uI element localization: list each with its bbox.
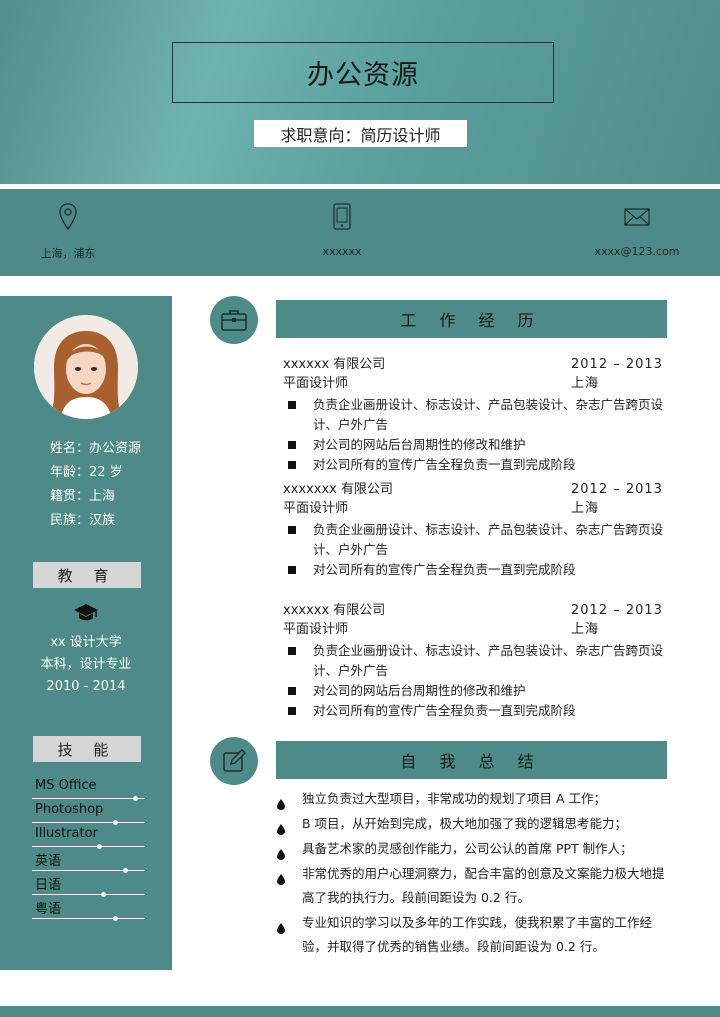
- summary-text: 具备艺术家的灵感创作能力，公司公认的首席 PPT 制作人；: [302, 841, 633, 856]
- phone-text: xxxxxx: [322, 245, 362, 258]
- job-company: xxxxxxx 有限公司: [283, 482, 393, 497]
- skill-item: MS Office: [32, 778, 145, 802]
- skill-label: 粤语: [35, 902, 62, 917]
- drop-bullet-icon: [277, 918, 285, 942]
- skill-item: 粤语: [32, 898, 145, 922]
- contact-phone: xxxxxx: [322, 201, 362, 258]
- job-duty: 负责企业画册设计、标志设计、产品包装设计、杂志广告跨页设计、户外广告: [283, 395, 663, 435]
- skill-level-dot: [101, 892, 106, 897]
- summary-text: B 项目，从开始到完成，极大地加强了我的逻辑思考能力；: [302, 816, 628, 831]
- skill-track: [32, 796, 145, 801]
- summary-text: 专业知识的学习以及多年的工作实践，使我积累了丰富的工作经验，并取得了优秀的销售业…: [302, 915, 653, 954]
- footer-bar: [0, 1006, 720, 1017]
- job-company: xxxxxx 有限公司: [283, 603, 386, 618]
- location-text: 上海，浦东: [40, 247, 96, 260]
- summary-item: B 项目，从开始到完成，极大地加强了我的逻辑思考能力；: [275, 812, 675, 836]
- job-company: xxxxxx 有限公司: [283, 357, 386, 372]
- info-origin: 籍贯：上海: [50, 489, 116, 504]
- skill-track: [32, 844, 145, 849]
- job-city: 上海: [571, 376, 600, 391]
- edu-years: 2010 - 2014: [46, 679, 126, 694]
- contact-bar: 上海，浦东 xxxxxx xxxx@123.com: [0, 189, 720, 276]
- summary-text: 非常优秀的用户心理洞察力，配合丰富的创意及文案能力极大地提高了我的执行力。段前间…: [302, 866, 665, 905]
- resume-name: 办公资源: [172, 42, 554, 103]
- job-position: 平面设计师: [283, 376, 349, 391]
- job-city: 上海: [571, 622, 600, 637]
- skill-item: 英语: [32, 850, 145, 874]
- education-details: xx 设计大学 本科，设计专业 2010 - 2014: [0, 632, 172, 698]
- summary-item: 专业知识的学习以及多年的工作实践，使我积累了丰富的工作经验，并取得了优秀的销售业…: [275, 911, 675, 959]
- job-city: 上海: [571, 501, 600, 516]
- job-duty: 对公司所有的宣传广告全程负责一直到完成阶段: [283, 701, 663, 721]
- skill-level-dot: [133, 796, 138, 801]
- job-period: 2012 – 2013: [571, 603, 663, 618]
- skill-label: MS Office: [35, 778, 97, 793]
- summary-list: 独立负责过大型项目，非常成功的规划了项目 A 工作； B 项目，从开始到完成，极大…: [275, 787, 675, 960]
- job-duty: 负责企业画册设计、标志设计、产品包装设计、杂志广告跨页设计、户外广告: [283, 641, 663, 681]
- skill-track: [32, 892, 145, 897]
- skill-track: [32, 916, 145, 921]
- job-entry: xxxxxx 有限公司 2012 – 2013 平面设计师 上海负责企业画册设计、标志…: [283, 601, 663, 721]
- summary-item: 具备艺术家的灵感创作能力，公司公认的首席 PPT 制作人；: [275, 837, 675, 861]
- job-duty: 对公司所有的宣传广告全程负责一直到完成阶段: [283, 560, 663, 580]
- mail-icon: [623, 201, 651, 233]
- edu-degree: 本科，设计专业: [40, 657, 132, 672]
- contact-location: 上海，浦东: [36, 201, 100, 261]
- edit-icon: [210, 737, 258, 785]
- skill-item: Photoshop: [32, 802, 145, 826]
- job-period: 2012 – 2013: [571, 357, 663, 372]
- skill-level-dot: [97, 844, 102, 849]
- job-position: 平面设计师: [283, 501, 349, 516]
- job-duty: 对公司的网站后台周期性的修改和维护: [283, 435, 663, 455]
- job-duty: 负责企业画册设计、标志设计、产品包装设计、杂志广告跨页设计、户外广告: [283, 520, 663, 560]
- info-name: 姓名：办公资源: [50, 441, 142, 456]
- location-pin-icon: [58, 201, 78, 233]
- personal-info: 姓名：办公资源 年龄：22 岁 籍贯：上海 民族：汉族: [50, 437, 141, 533]
- job-entry: xxxxxx 有限公司 2012 – 2013 平面设计师 上海负责企业画册设计、标志…: [283, 355, 663, 475]
- job-entry: xxxxxxx 有限公司 2012 – 2013 平面设计师 上海负责企业画册设计、标…: [283, 480, 663, 580]
- summary-item: 非常优秀的用户心理洞察力，配合丰富的创意及文案能力极大地提高了我的执行力。段前间…: [275, 862, 675, 910]
- avatar: [34, 315, 138, 419]
- education-title: 教 育: [33, 562, 141, 588]
- skill-item: 日语: [32, 874, 145, 898]
- skill-level-dot: [123, 868, 128, 873]
- job-intent: 求职意向：简历设计师: [254, 120, 467, 147]
- summary-section-title: 自 我 总 结: [276, 741, 667, 779]
- job-duty: 对公司的网站后台周期性的修改和维护: [283, 681, 663, 701]
- drop-bullet-icon: [277, 869, 285, 893]
- briefcase-icon: [210, 296, 258, 344]
- skill-label: 日语: [35, 878, 62, 893]
- skill-label: 英语: [35, 854, 62, 869]
- skill-track: [32, 820, 145, 825]
- skill-track: [32, 868, 145, 873]
- graduation-cap-icon: [0, 602, 172, 630]
- skill-label: Photoshop: [35, 802, 104, 817]
- phone-icon: [332, 201, 352, 233]
- job-period: 2012 – 2013: [571, 482, 663, 497]
- skills-title: 技 能: [33, 736, 141, 762]
- contact-email: xxxx@123.com: [594, 201, 680, 258]
- edu-school: xx 设计大学: [50, 635, 122, 650]
- summary-item: 独立负责过大型项目，非常成功的规划了项目 A 工作；: [275, 787, 675, 811]
- summary-text: 独立负责过大型项目，非常成功的规划了项目 A 工作；: [302, 791, 606, 806]
- skill-label: Illustrator: [35, 826, 98, 841]
- skill-level-dot: [113, 820, 118, 825]
- sidebar: 姓名：办公资源 年龄：22 岁 籍贯：上海 民族：汉族 教 育 xx 设计大学 …: [0, 296, 172, 970]
- skill-item: Illustrator: [32, 826, 145, 850]
- job-duty: 对公司所有的宣传广告全程负责一直到完成阶段: [283, 455, 663, 475]
- email-text: xxxx@123.com: [594, 245, 680, 258]
- skill-level-dot: [113, 916, 118, 921]
- info-age: 年龄：22 岁: [50, 465, 123, 480]
- work-section-title: 工 作 经 历: [276, 300, 667, 338]
- job-position: 平面设计师: [283, 622, 349, 637]
- header-banner: 办公资源 求职意向：简历设计师: [0, 0, 720, 184]
- info-ethnicity: 民族：汉族: [50, 513, 116, 528]
